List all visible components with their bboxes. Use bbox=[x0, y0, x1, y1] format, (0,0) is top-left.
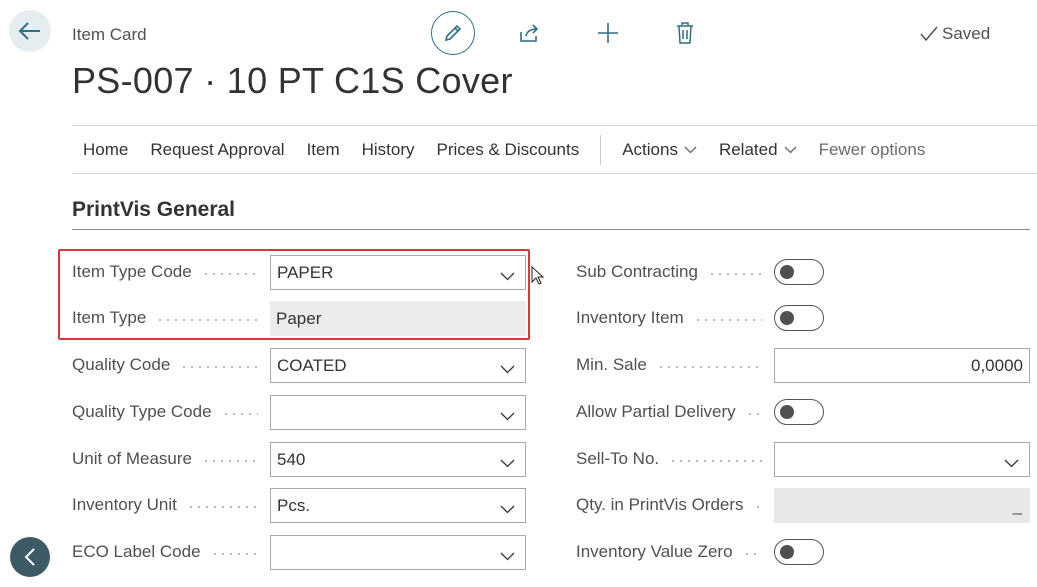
saved-status: Saved bbox=[920, 24, 990, 44]
inventory-unit-label: Inventory Unit bbox=[72, 495, 177, 515]
menu-home[interactable]: Home bbox=[72, 140, 139, 160]
menu-item[interactable]: Item bbox=[296, 140, 351, 160]
unit-of-measure-label: Unit of Measure bbox=[72, 449, 192, 469]
menu-actions[interactable]: Actions bbox=[611, 140, 708, 160]
inventory-unit-value: Pcs. bbox=[277, 496, 310, 516]
dropdown-chevron[interactable] bbox=[500, 453, 515, 473]
edit-button[interactable] bbox=[431, 11, 475, 55]
back-button[interactable] bbox=[9, 10, 51, 52]
action-bar: Home Request Approval Item History Price… bbox=[72, 126, 936, 173]
chevron-down-icon bbox=[1004, 459, 1019, 468]
allow-partial-delivery-leader-dots bbox=[746, 413, 762, 415]
inventory-value-zero-toggle[interactable] bbox=[774, 539, 824, 565]
share-icon bbox=[519, 23, 541, 43]
dropdown-chevron[interactable] bbox=[500, 406, 515, 426]
unit-of-measure-select[interactable]: 540 bbox=[270, 442, 526, 477]
eco-label-code-label: ECO Label Code bbox=[72, 542, 201, 562]
qty-in-printvis-orders-leader-dots bbox=[754, 506, 762, 508]
section-title: PrintVis General bbox=[72, 198, 235, 222]
quality-type-code-leader-dots bbox=[222, 413, 258, 415]
inventory-unit-leader-dots bbox=[187, 506, 258, 508]
menu-divider-bottom bbox=[72, 173, 1037, 174]
collapse-button[interactable] bbox=[10, 537, 50, 577]
chevron-down-icon bbox=[500, 505, 515, 514]
allow-partial-delivery-toggle[interactable] bbox=[774, 399, 824, 425]
chevron-down-icon bbox=[500, 552, 515, 561]
unit-of-measure-value: 540 bbox=[277, 450, 305, 470]
inventory-value-zero-label: Inventory Value Zero bbox=[576, 542, 733, 562]
inventory-item-leader-dots bbox=[694, 319, 762, 321]
menu-prices-discounts[interactable]: Prices & Discounts bbox=[426, 140, 591, 160]
inventory-item-label: Inventory Item bbox=[576, 308, 684, 328]
chevron-down-icon bbox=[684, 146, 697, 154]
min-sale-leader-dots bbox=[657, 366, 762, 368]
eco-label-code-select[interactable] bbox=[270, 535, 526, 570]
toggle-knob bbox=[780, 265, 794, 279]
quality-code-value: COATED bbox=[277, 356, 347, 376]
eco-label-code-leader-dots bbox=[211, 553, 258, 555]
chevron-left-icon bbox=[24, 547, 36, 567]
delete-button[interactable] bbox=[663, 11, 707, 55]
menu-related-label: Related bbox=[719, 140, 778, 160]
min-sale-value: 0,0000 bbox=[971, 356, 1023, 376]
menu-fewer-options[interactable]: Fewer options bbox=[808, 140, 937, 160]
sub-contracting-toggle[interactable] bbox=[774, 259, 824, 285]
plus-icon bbox=[597, 22, 619, 44]
inventory-item-toggle[interactable] bbox=[774, 305, 824, 331]
menu-related[interactable]: Related bbox=[708, 140, 808, 160]
sell-to-no-select[interactable] bbox=[774, 442, 1030, 477]
saved-label: Saved bbox=[942, 24, 990, 44]
menu-history[interactable]: History bbox=[351, 140, 426, 160]
quality-code-label: Quality Code bbox=[72, 355, 170, 375]
add-button[interactable] bbox=[586, 11, 630, 55]
menu-actions-label: Actions bbox=[622, 140, 678, 160]
toggle-knob bbox=[780, 405, 794, 419]
sub-contracting-label: Sub Contracting bbox=[576, 262, 698, 282]
quality-code-leader-dots bbox=[180, 366, 258, 368]
breadcrumb: Item Card bbox=[72, 25, 147, 45]
chevron-down-icon bbox=[784, 146, 797, 154]
page-title: PS-007 · 10 PT C1S Cover bbox=[72, 60, 513, 102]
min-sale-field[interactable]: 0,0000 bbox=[774, 348, 1030, 383]
quality-type-code-select[interactable] bbox=[270, 395, 526, 430]
highlight-box bbox=[58, 249, 530, 340]
min-sale-label: Min. Sale bbox=[576, 355, 647, 375]
mouse-cursor-icon bbox=[531, 266, 545, 291]
chevron-down-icon bbox=[500, 412, 515, 421]
dropdown-chevron[interactable] bbox=[500, 499, 515, 519]
dropdown-chevron[interactable] bbox=[500, 359, 515, 379]
unit-of-measure-leader-dots bbox=[202, 460, 258, 462]
sell-to-no-label: Sell-To No. bbox=[576, 449, 659, 469]
quality-code-select[interactable]: COATED bbox=[270, 348, 526, 383]
toggle-knob bbox=[780, 545, 794, 559]
chevron-down-icon bbox=[500, 365, 515, 374]
menu-request-approval[interactable]: Request Approval bbox=[139, 140, 295, 160]
share-button[interactable] bbox=[508, 11, 552, 55]
dropdown-chevron[interactable] bbox=[1004, 453, 1019, 473]
menu-separator bbox=[600, 135, 601, 165]
pencil-icon bbox=[443, 23, 463, 43]
qty-in-printvis-orders-label: Qty. in PrintVis Orders bbox=[576, 495, 744, 515]
section-divider bbox=[72, 229, 1030, 230]
toggle-knob bbox=[780, 311, 794, 325]
inventory-unit-select[interactable]: Pcs. bbox=[270, 488, 526, 523]
trash-icon bbox=[676, 22, 694, 44]
inventory-value-zero-leader-dots bbox=[743, 553, 762, 555]
arrow-left-icon bbox=[19, 22, 41, 40]
dropdown-chevron[interactable] bbox=[500, 546, 515, 566]
sell-to-no-leader-dots bbox=[669, 460, 762, 462]
qty-in-printvis-orders-field: _ bbox=[774, 488, 1030, 523]
sub-contracting-leader-dots bbox=[708, 273, 762, 275]
checkmark-icon bbox=[920, 26, 938, 42]
qty-in-printvis-orders-value: _ bbox=[1013, 496, 1022, 516]
allow-partial-delivery-label: Allow Partial Delivery bbox=[576, 402, 736, 422]
chevron-down-icon bbox=[500, 459, 515, 468]
quality-type-code-label: Quality Type Code bbox=[72, 402, 212, 422]
